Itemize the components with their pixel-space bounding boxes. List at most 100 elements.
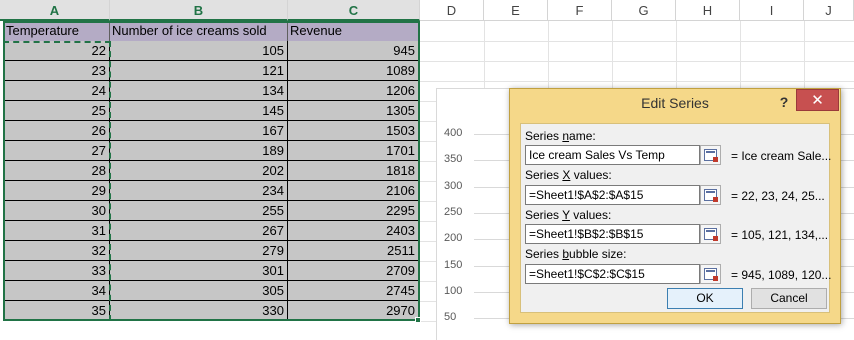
table-row: 32 279 2511 <box>4 241 418 261</box>
column-header-i[interactable]: I <box>740 0 804 21</box>
column-header-d[interactable]: D <box>420 0 484 21</box>
dialog-titlebar[interactable]: Edit Series ? ✕ <box>510 89 840 117</box>
y-tick-label: 400 <box>444 127 463 139</box>
table-row: 26 167 1503 <box>4 121 418 141</box>
cell-revenue[interactable]: 1818 <box>288 161 418 180</box>
table-row: 33 301 2709 <box>4 261 418 281</box>
cell-revenue[interactable]: 1089 <box>288 61 418 80</box>
cell-temperature[interactable]: 35 <box>4 301 110 320</box>
range-select-icon <box>704 189 718 202</box>
cell-revenue[interactable]: 2511 <box>288 241 418 260</box>
cell-temperature[interactable]: 32 <box>4 241 110 260</box>
column-header-h[interactable]: H <box>676 0 740 21</box>
cell-ice-creams-sold[interactable]: 267 <box>110 221 288 240</box>
cell-revenue[interactable]: 2106 <box>288 181 418 200</box>
series-bubble-size-input[interactable]: =Sheet1!$C$2:$C$15 <box>525 264 700 284</box>
header-cell-ice-creams-sold[interactable]: Number of ice creams sold <box>110 21 288 41</box>
series-bubble-size-label: Series bubble size: <box>525 247 627 261</box>
cell-revenue[interactable]: 2403 <box>288 221 418 240</box>
series-name-range-button[interactable] <box>700 145 721 165</box>
table-row: 30 255 2295 <box>4 201 418 221</box>
cell-ice-creams-sold[interactable]: 121 <box>110 61 288 80</box>
cell-revenue[interactable]: 2970 <box>288 301 418 320</box>
table-header-row: Temperature Number of ice creams sold Re… <box>4 21 418 41</box>
cell-ice-creams-sold[interactable]: 279 <box>110 241 288 260</box>
cell-ice-creams-sold[interactable]: 134 <box>110 81 288 100</box>
cell-temperature[interactable]: 30 <box>4 201 110 220</box>
ok-button[interactable]: OK <box>667 288 743 309</box>
series-bubble-size-preview: = 945, 1089, 120... <box>731 268 832 282</box>
table-row: 29 234 2106 <box>4 181 418 201</box>
cell-ice-creams-sold[interactable]: 305 <box>110 281 288 300</box>
table-row: 22 105 945 <box>4 41 418 61</box>
header-cell-revenue[interactable]: Revenue <box>288 21 418 41</box>
column-header-b[interactable]: B <box>110 0 288 21</box>
cell-revenue[interactable]: 1305 <box>288 101 418 120</box>
cell-revenue[interactable]: 1701 <box>288 141 418 160</box>
cell-revenue[interactable]: 1503 <box>288 121 418 140</box>
cell-temperature[interactable]: 34 <box>4 281 110 300</box>
cell-temperature[interactable]: 24 <box>4 81 110 100</box>
y-tick-label: 300 <box>444 179 463 192</box>
fill-handle[interactable] <box>415 317 421 323</box>
table-row: 25 145 1305 <box>4 101 418 121</box>
column-header-g[interactable]: G <box>612 0 676 21</box>
cell-temperature[interactable]: 25 <box>4 101 110 120</box>
column-header-e[interactable]: E <box>484 0 548 21</box>
y-tick-label: 250 <box>444 205 463 218</box>
cell-ice-creams-sold[interactable]: 189 <box>110 141 288 160</box>
help-button[interactable]: ? <box>772 92 796 112</box>
y-tick-label: 350 <box>444 153 463 166</box>
cell-temperature[interactable]: 23 <box>4 61 110 80</box>
cell-ice-creams-sold[interactable]: 167 <box>110 121 288 140</box>
gridline-horizontal <box>420 41 854 42</box>
table-row: 28 202 1818 <box>4 161 418 181</box>
column-header-row: A B C D E F G H I J <box>0 0 854 21</box>
cell-ice-creams-sold[interactable]: 301 <box>110 261 288 280</box>
table-row: 31 267 2403 <box>4 221 418 241</box>
series-y-values-range-button[interactable] <box>700 224 721 244</box>
cell-temperature[interactable]: 29 <box>4 181 110 200</box>
gridline-horizontal <box>420 81 854 82</box>
cell-temperature[interactable]: 33 <box>4 261 110 280</box>
cell-temperature[interactable]: 22 <box>4 41 110 60</box>
cell-revenue[interactable]: 2295 <box>288 201 418 220</box>
series-x-values-range-button[interactable] <box>700 185 721 205</box>
series-x-values-input[interactable]: =Sheet1!$A$2:$A$15 <box>525 185 700 205</box>
series-name-preview: = Ice cream Sale... <box>731 149 832 163</box>
close-button[interactable]: ✕ <box>796 89 839 111</box>
cancel-button[interactable]: Cancel <box>751 288 827 309</box>
cell-temperature[interactable]: 31 <box>4 221 110 240</box>
series-name-label: Series name: <box>525 129 596 143</box>
cell-temperature[interactable]: 28 <box>4 161 110 180</box>
cell-ice-creams-sold[interactable]: 145 <box>110 101 288 120</box>
series-name-input[interactable]: Ice cream Sales Vs Temp <box>525 145 700 165</box>
range-select-icon <box>704 228 718 241</box>
cell-revenue[interactable]: 2745 <box>288 281 418 300</box>
header-cell-temperature[interactable]: Temperature <box>4 21 110 41</box>
column-header-j[interactable]: J <box>804 0 854 21</box>
y-tick-label: 100 <box>444 284 463 297</box>
gridline-horizontal <box>420 61 854 62</box>
series-y-values-input[interactable]: =Sheet1!$B$2:$B$15 <box>525 224 700 244</box>
table-row: 35 330 2970 <box>4 301 418 321</box>
cell-ice-creams-sold[interactable]: 255 <box>110 201 288 220</box>
table-row: 23 121 1089 <box>4 61 418 81</box>
y-tick-label: 150 <box>444 258 463 271</box>
series-x-values-label: Series X values: <box>525 168 612 182</box>
cell-revenue[interactable]: 945 <box>288 41 418 60</box>
series-bubble-size-range-button[interactable] <box>700 264 721 284</box>
cell-revenue[interactable]: 1206 <box>288 81 418 100</box>
column-header-a[interactable]: A <box>0 0 110 21</box>
series-x-values-preview: = 22, 23, 24, 25... <box>731 189 825 203</box>
cell-ice-creams-sold[interactable]: 202 <box>110 161 288 180</box>
cell-temperature[interactable]: 26 <box>4 121 110 140</box>
column-header-c[interactable]: C <box>288 0 420 21</box>
cell-revenue[interactable]: 2709 <box>288 261 418 280</box>
column-header-f[interactable]: F <box>548 0 612 21</box>
cell-temperature[interactable]: 27 <box>4 141 110 160</box>
table-row: 24 134 1206 <box>4 81 418 101</box>
cell-ice-creams-sold[interactable]: 105 <box>110 41 288 60</box>
cell-ice-creams-sold[interactable]: 330 <box>110 301 288 320</box>
cell-ice-creams-sold[interactable]: 234 <box>110 181 288 200</box>
